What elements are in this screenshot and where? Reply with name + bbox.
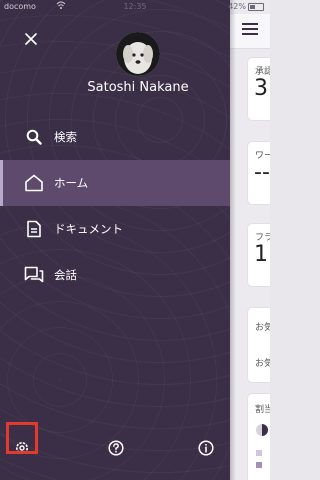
- navigation-drawer: Satoshi Nakane 検索 ホーム ドキュメント 会話: [0, 0, 230, 480]
- chat-icon: [24, 265, 44, 285]
- close-button[interactable]: [22, 30, 40, 48]
- info-icon: [198, 440, 214, 456]
- settings-highlight-box: [6, 422, 38, 454]
- battery-icon: [248, 3, 264, 11]
- dog-avatar-image: [116, 32, 160, 76]
- card-title: お気: [255, 323, 270, 333]
- nav-item-label: ドキュメント: [54, 222, 123, 236]
- avatar[interactable]: [116, 32, 160, 76]
- nav-item-label: ホーム: [54, 176, 89, 190]
- home-icon: [24, 173, 44, 193]
- card-value: --: [254, 160, 270, 185]
- status-bar: docomo 12:35 42%: [0, 0, 270, 14]
- card-value: 1: [254, 242, 268, 267]
- info-button[interactable]: [196, 438, 216, 458]
- card-subtitle: お気: [255, 359, 270, 369]
- card-favorites[interactable]: お気 お気: [248, 308, 270, 382]
- card-flag[interactable]: フラ 1: [248, 224, 270, 286]
- pie-chart-mini: [256, 424, 268, 436]
- search-icon: [24, 127, 44, 147]
- nav-item-search[interactable]: 検索: [0, 114, 230, 160]
- nav-item-label: 会話: [54, 268, 77, 282]
- drawer-shadow: [230, 0, 236, 480]
- help-button[interactable]: [106, 438, 126, 458]
- card-value: 3: [254, 76, 268, 101]
- legend-swatch: [256, 450, 262, 456]
- nav-item-documents[interactable]: ドキュメント: [0, 206, 230, 252]
- drawer-nav: 検索 ホーム ドキュメント 会話: [0, 114, 230, 298]
- help-icon: [108, 440, 124, 456]
- main-screen: 承認 3 ワー -- フラ 1 お気 お気 割当: [230, 0, 270, 480]
- card-work[interactable]: ワー --: [248, 142, 270, 204]
- nav-item-label: 検索: [54, 130, 77, 144]
- legend-swatch: [256, 462, 262, 468]
- nav-item-home[interactable]: ホーム: [0, 160, 230, 206]
- close-icon: [25, 33, 37, 45]
- hamburger-menu-icon[interactable]: [242, 23, 258, 35]
- user-name: Satoshi Nakane: [87, 80, 189, 95]
- card-title: 割当: [255, 405, 270, 415]
- document-icon: [24, 219, 44, 239]
- nav-item-conversations[interactable]: 会話: [0, 252, 230, 298]
- card-approval[interactable]: 承認 3: [248, 58, 270, 120]
- battery-percent: 42%: [228, 2, 246, 11]
